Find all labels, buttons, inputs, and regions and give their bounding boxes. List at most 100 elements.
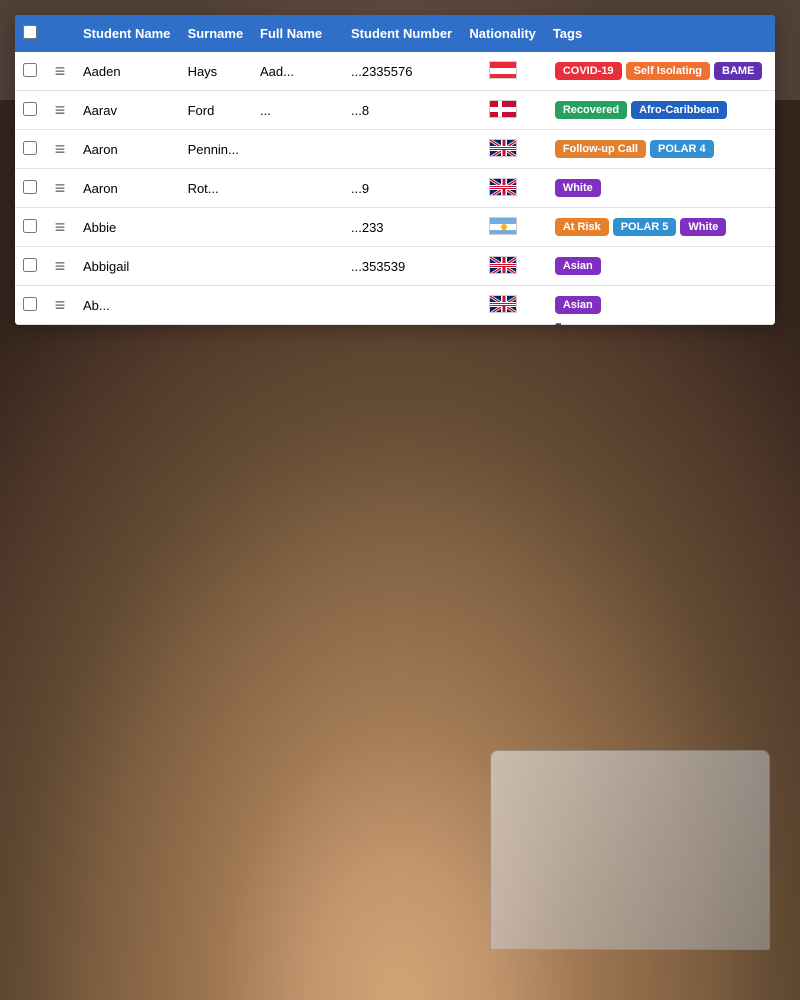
header-full-name: Full Name [252,15,343,52]
table-row: ≡Abbigail...353539 Asian [15,247,775,286]
student-nationality [461,208,544,247]
tag-afro-caribbean[interactable]: Afro-Caribbean [631,101,727,119]
student-tags: Asian [545,286,775,325]
header-student-name: Student Name [75,15,180,52]
header-menu [45,15,75,52]
row-checkbox[interactable] [23,297,37,311]
row-menu-icon[interactable]: ≡ [45,169,75,208]
row-checkbox[interactable] [23,180,37,194]
tag-recovered[interactable]: Recovered [555,101,627,119]
student-number: ...353539 [343,247,461,286]
row-menu-icon[interactable]: ≡ [45,247,75,286]
row-checkbox-cell[interactable] [15,169,45,208]
student-tags: Follow-up CallPOLAR 4 [545,130,775,169]
tag-at-risk[interactable]: At Risk [555,218,609,236]
student-nationality [461,130,544,169]
student-first-name: Aaden [75,52,180,91]
student-surname [180,286,252,325]
row-checkbox-cell[interactable] [15,247,45,286]
header-checkbox-cell[interactable] [15,15,45,52]
student-full-name [252,208,343,247]
flag-uk [489,178,517,196]
header-nationality: Nationality [461,15,544,52]
row-checkbox-cell[interactable] [15,208,45,247]
tag-self-isolating[interactable]: Self Isolating [626,62,710,80]
row-checkbox[interactable] [23,63,37,77]
tag-polar5[interactable]: POLAR 5 [613,218,677,236]
row-checkbox-cell[interactable] [15,52,45,91]
header-surname: Surname [180,15,252,52]
student-nationality [461,286,544,325]
flag-uk [489,256,517,274]
flag-uk [489,139,517,157]
row-menu-icon[interactable]: ≡ [45,91,75,130]
tag-covid[interactable]: COVID-19 [555,62,622,80]
student-surname [180,247,252,286]
student-surname: Pennin... [180,130,252,169]
student-first-name: Abbie [75,208,180,247]
header-student-number: Student Number [343,15,461,52]
row-checkbox[interactable] [23,102,37,116]
student-full-name [252,130,343,169]
student-number: ...233 [343,208,461,247]
row-checkbox[interactable] [23,258,37,272]
student-table: Student Name Surname Full Name Student N… [15,15,775,325]
student-tags: RecoveredAfro-Caribbean [545,91,775,130]
tag-asian[interactable]: Asian [555,296,601,314]
flag-uk [489,295,517,313]
row-checkbox[interactable] [23,141,37,155]
student-nationality [461,247,544,286]
student-full-name [252,169,343,208]
table-row: ≡AaronPennin... Follow-up CallPOLAR 4 [15,130,775,169]
flag-argentina [489,217,517,235]
student-number: ...9 [343,169,461,208]
student-tags: Asian [545,247,775,286]
select-all-checkbox[interactable] [23,25,37,39]
row-menu-icon[interactable]: ≡ [45,208,75,247]
student-nationality [461,91,544,130]
row-checkbox-cell[interactable] [15,286,45,325]
table-row: ≡Ab... Asian [15,286,775,325]
row-checkbox-cell[interactable] [15,130,45,169]
row-menu-icon[interactable]: ≡ [45,52,75,91]
student-surname: Ford [180,91,252,130]
table-row: ≡AadenHaysAad......2335576 COVID-19Self I… [15,52,775,91]
student-number [343,130,461,169]
student-full-name [252,247,343,286]
table-row: ≡AaravFord......8 RecoveredAfro-Caribbean [15,91,775,130]
student-first-name: Aaron [75,169,180,208]
table-row: ≡Abbie ...233 At RiskPOLAR 5White [15,208,775,247]
student-full-name: Aad... [252,52,343,91]
student-full-name [252,286,343,325]
tag-white[interactable]: White [555,179,601,197]
row-menu-icon[interactable]: ≡ [45,130,75,169]
student-tags: COVID-19Self IsolatingBAME [545,52,775,91]
student-tags: At RiskPOLAR 5White [545,208,775,247]
student-first-name: Ab... [75,286,180,325]
student-first-name: Aarav [75,91,180,130]
row-checkbox-cell[interactable] [15,91,45,130]
row-menu-icon[interactable]: ≡ [45,286,75,325]
tag-asian[interactable]: Asian [555,257,601,275]
laptop [490,750,770,950]
tag-bame[interactable]: BAME [714,62,762,80]
student-table-container: Student Name Surname Full Name Student N… [15,15,775,325]
flag-denmark [489,100,517,118]
student-nationality [461,52,544,91]
row-checkbox[interactable] [23,219,37,233]
student-number: ...2335576 [343,52,461,91]
student-tags: White [545,169,775,208]
tag-polar4[interactable]: POLAR 4 [650,140,714,158]
student-nationality [461,169,544,208]
header-tags: Tags [545,15,775,52]
table-row: ≡AaronRot... ...9 White [15,169,775,208]
student-surname: Rot... [180,169,252,208]
student-number: ...8 [343,91,461,130]
student-surname [180,208,252,247]
student-number [343,286,461,325]
student-first-name: Aaron [75,130,180,169]
tag-white[interactable]: White [680,218,726,236]
student-surname: Hays [180,52,252,91]
student-full-name: ... [252,91,343,130]
tag-follow-up[interactable]: Follow-up Call [555,140,646,158]
